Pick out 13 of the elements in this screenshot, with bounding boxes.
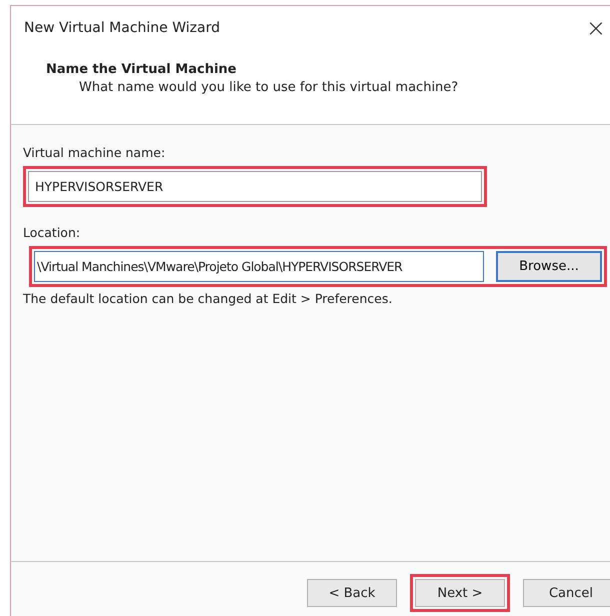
field-label: Location:: [23, 225, 82, 240]
window-title: New Virtual Machine Wizard: [24, 20, 220, 36]
wizard-button[interactable]: Cancel: [523, 579, 610, 607]
wizard-button[interactable]: Next >: [415, 579, 505, 607]
name-field[interactable]: HYPERVISORSERVER: [28, 171, 482, 202]
location-field[interactable]: \Virtual Manchines\VMware\Projeto Global\HYPERVISORSERVER: [34, 251, 484, 282]
browse-button[interactable]: Browse...: [496, 251, 602, 282]
field-label: Virtual machine name:: [23, 145, 166, 160]
page-subtitle: What name would you like to use for this virtual machine?: [78, 80, 460, 95]
wizard-button[interactable]: < Back: [307, 579, 397, 607]
page-heading: Name the Virtual Machine: [46, 62, 238, 77]
hint-text: The default location can be changed at Edit > Preferences.: [23, 291, 394, 306]
close-button[interactable]: ×: [586, 14, 610, 42]
